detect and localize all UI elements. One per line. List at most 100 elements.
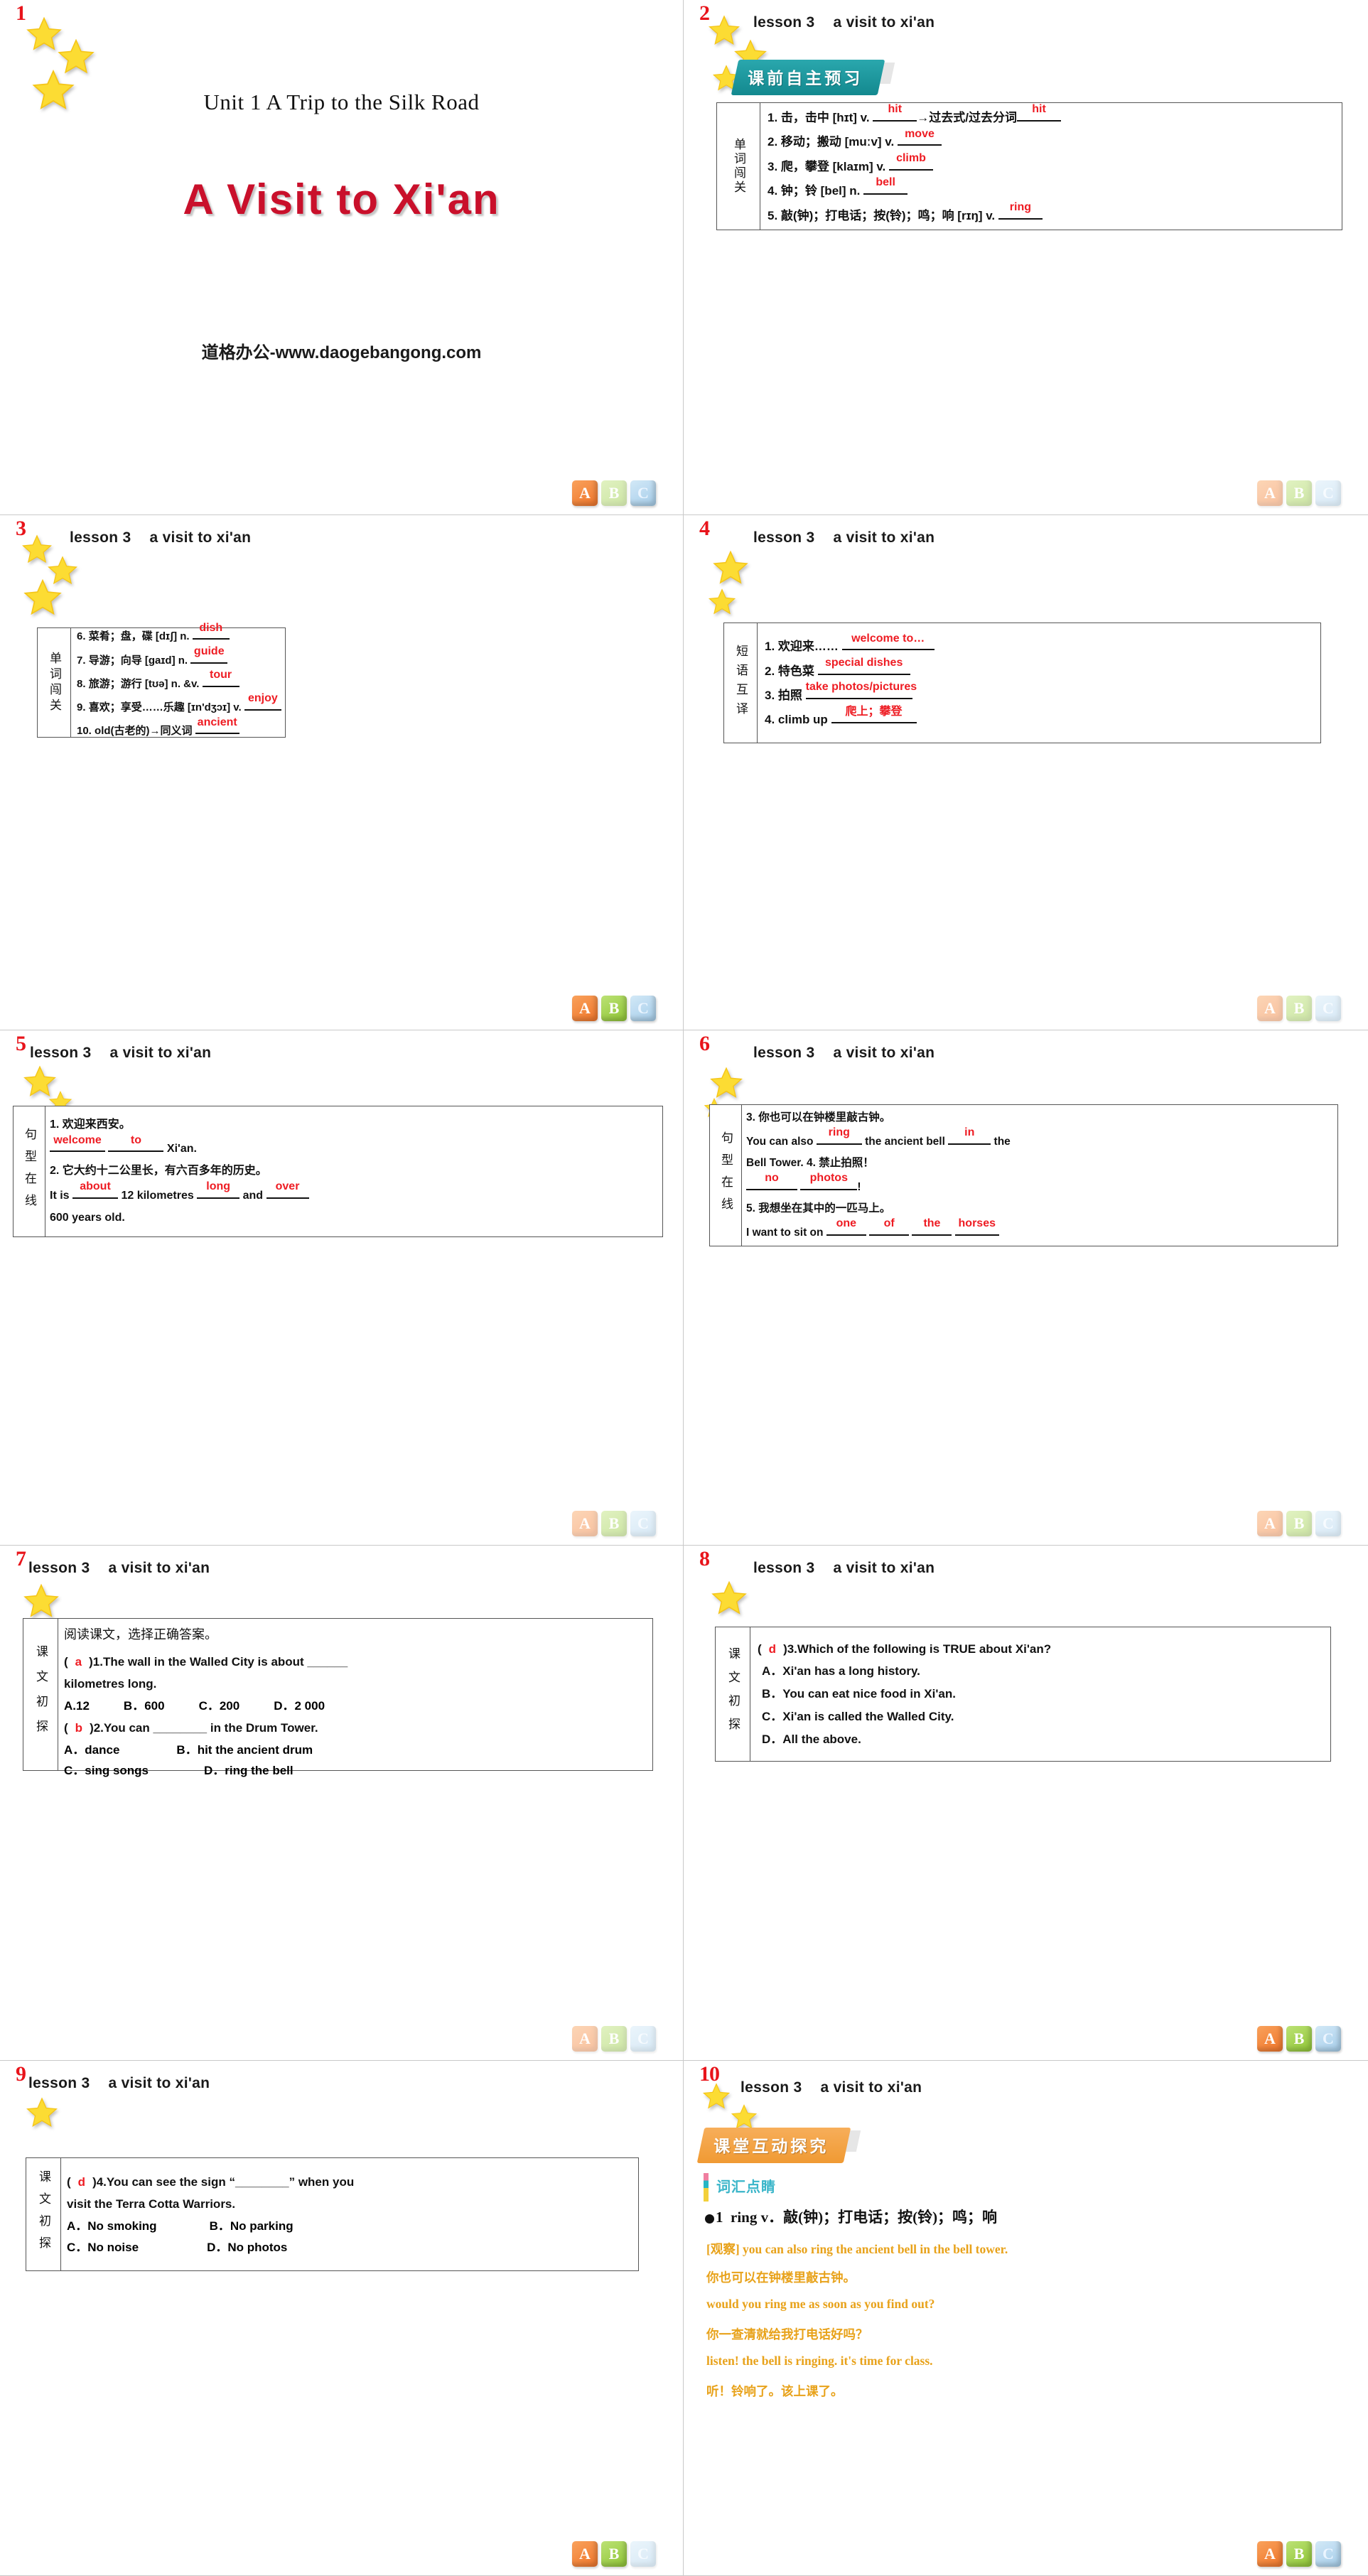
row-prompt: 欢迎来西安。 (62, 1118, 131, 1131)
option[interactable]: C．Xi'an is called the Walled City. (758, 1706, 1323, 1728)
reading-box: 课文初探 (d)4.You can see the sign “________… (26, 2157, 639, 2271)
sentence-cn: 2. 它大约十二公里长，有六百多年的历史。 (50, 1163, 658, 1180)
answer-blank: of (869, 1217, 910, 1236)
header-lesson: lesson 3 (753, 1045, 815, 1061)
answer-blank: over (266, 1180, 309, 1199)
option[interactable]: A．dance (64, 1740, 119, 1761)
option[interactable]: D．2 000 (274, 1696, 325, 1717)
block-a: A (572, 1511, 598, 1536)
option[interactable]: D．ring the bell (204, 1760, 293, 1782)
block-b: B (601, 2026, 627, 2052)
slide-number: 10 (699, 2062, 720, 2086)
block-a: A (1257, 480, 1283, 506)
vocab-row: 4. 钟；铃 [bel] n. bell (768, 176, 1335, 200)
row-prompt: 爬，攀登 [klaɪm] v. (780, 159, 886, 173)
box-label: 课文初探 (26, 2158, 61, 2270)
box-label-text: 句型在线 (23, 1127, 37, 1216)
option[interactable]: C．sing songs (64, 1760, 149, 1782)
vocab-box: 单词闯关 1. 击，击中 [hɪt] v. hit →过去式/过去分词 hit 2.… (716, 102, 1342, 230)
answer-text: ring (828, 1126, 850, 1139)
block-a: A (1257, 2026, 1283, 2052)
abc-blocks: A B C (1257, 996, 1341, 1021)
answer-blank: welcome (50, 1134, 105, 1153)
answer-letter: d (77, 2174, 86, 2189)
answer-text: hit (888, 103, 903, 116)
sentence-rows: 1. 欢迎来西安。 welcome to Xi'an. 2. 它大约十二公里长，… (45, 1106, 662, 1236)
slide-number: 6 (699, 1032, 710, 1055)
row-prompt: climb up (777, 713, 828, 727)
option[interactable]: D．No photos (207, 2237, 287, 2258)
option[interactable]: C．No noise (67, 2237, 139, 2258)
row-number: 1. (765, 640, 775, 654)
block-a: A (1257, 2541, 1283, 2567)
abc-blocks: A B C (1257, 2541, 1341, 2567)
row-number: 5. (746, 1202, 755, 1215)
box-label-text: 单词闯关 (48, 651, 62, 714)
question-2-options-row2: C．sing songs D．ring the bell (64, 1760, 647, 1782)
slide-3[interactable]: 3 lesson 3a visit to xi'an 单词闯关 6. 菜肴；盘，… (0, 515, 684, 1030)
slide-4[interactable]: 4 lesson 3 a visit to xi'an 短语互译 1. 欢迎来…… (684, 515, 1368, 1030)
answer-text: bell (876, 176, 895, 189)
page-title: A Visit to Xi'an (183, 176, 500, 223)
row-prompt: old(古老的)→同义词 (95, 725, 193, 738)
slide-6[interactable]: 6 lesson 3 a visit to xi'an 句型在线 3. 你也可以在… (684, 1030, 1368, 1546)
answer-blank: bell (863, 176, 908, 195)
section-tick-icon (704, 2173, 709, 2202)
block-c: C (630, 996, 656, 1021)
slide-header: lesson 3 a visit to xi'an (753, 529, 935, 546)
box-label-text: 课文初探 (726, 1647, 740, 1741)
answer-text: welcome to… (851, 632, 925, 645)
star-icon (23, 1583, 60, 1620)
slide-header: lesson 3 a visit to xi'an (30, 1045, 211, 1062)
sentence-tail-line: 600 years old. (50, 1209, 658, 1227)
unit-heading: Unit 1 A Trip to the Silk Road (203, 90, 480, 114)
slide-1[interactable]: 1 Unit 1 A Trip to the Silk Road A Visit… (0, 0, 684, 515)
section-banner: 课前自主预习 (731, 60, 895, 95)
answer-blank: enjoy (244, 692, 281, 711)
slide-number: 8 (699, 1547, 710, 1570)
box-label-text: 句型在线 (719, 1131, 733, 1219)
slide-7[interactable]: 7 lesson 3 a visit to xi'an 课文初探 阅读课文，选择正… (0, 1546, 684, 2061)
slide-header: lesson 3 a visit to xi'an (70, 529, 251, 546)
slide-10[interactable]: 10 lesson 3a visit to xi'an 课堂互动探究 词汇点睛 … (684, 2061, 1368, 2576)
option[interactable]: A．Xi'an has a long history. (758, 1661, 1323, 1682)
option[interactable]: B．You can eat nice food in Xi'an. (758, 1683, 1323, 1705)
slide-header: lesson 3 a visit to xi'an (28, 1560, 210, 1577)
header-lesson: lesson 3 (753, 529, 815, 546)
star-icon (31, 68, 75, 112)
question-4: (d)4.You can see the sign “________” whe… (67, 2174, 355, 2189)
option[interactable]: A.12 (64, 1696, 90, 1717)
row-prompt: 敲(钟)；打电话；按(铃)；鸣；响 [rɪŋ] v. (780, 208, 996, 222)
phrase-row: 2. 特色菜 special dishes (765, 657, 1313, 681)
block-b: B (601, 2541, 627, 2567)
option[interactable]: B．No parking (210, 2216, 293, 2237)
option[interactable]: C．200 (199, 1696, 240, 1717)
slide-9[interactable]: 9 lesson 3 a visit to xi'an 课文初探 (d)4.You… (0, 2061, 684, 2576)
example-note: would you ring me as soon as you find ou… (706, 2297, 935, 2311)
block-c: C (1315, 2026, 1341, 2052)
answer-text: to (130, 1133, 141, 1146)
option[interactable]: A．No smoking (67, 2216, 157, 2237)
block-b: B (1286, 1511, 1312, 1536)
example-note: 你一查清就给我打电话好吗？ (706, 2327, 868, 2341)
option[interactable]: B．hit the ancient drum (176, 1740, 313, 1761)
answer-blank: 爬上；攀登 (831, 706, 917, 724)
row-number: 5. (768, 208, 778, 222)
slide-8[interactable]: 8 lesson 3 a visit to xi'an 课文初探 (d)3.Whi… (684, 1546, 1368, 2061)
block-a: A (572, 996, 598, 1021)
abc-blocks: A B C (572, 2541, 656, 2567)
box-label: 句型在线 (710, 1105, 742, 1246)
slide-5[interactable]: 5 lesson 3 a visit to xi'an 句型在线 1. 欢迎来西安… (0, 1030, 684, 1546)
slide-number: 5 (16, 1032, 26, 1055)
slide-2[interactable]: 2 lesson 3a visit to xi'an 课前自主预习 单词闯关 1… (684, 0, 1368, 515)
option[interactable]: D．All the above. (758, 1729, 1323, 1750)
instruction: 阅读课文，选择正确答案。 (64, 1627, 217, 1642)
star-icon (26, 2096, 58, 2129)
sentence-part: 600 years old. (50, 1211, 125, 1224)
box-label-text: 短语互译 (734, 645, 748, 721)
row-prompt: 菜肴；盘，碟 [dɪʃ] n. (88, 630, 190, 643)
slide-number: 4 (699, 517, 710, 540)
option[interactable]: B．600 (124, 1696, 165, 1717)
abc-blocks: A B C (1257, 2026, 1341, 2052)
banner-label: 课堂互动探究 (713, 2138, 829, 2155)
